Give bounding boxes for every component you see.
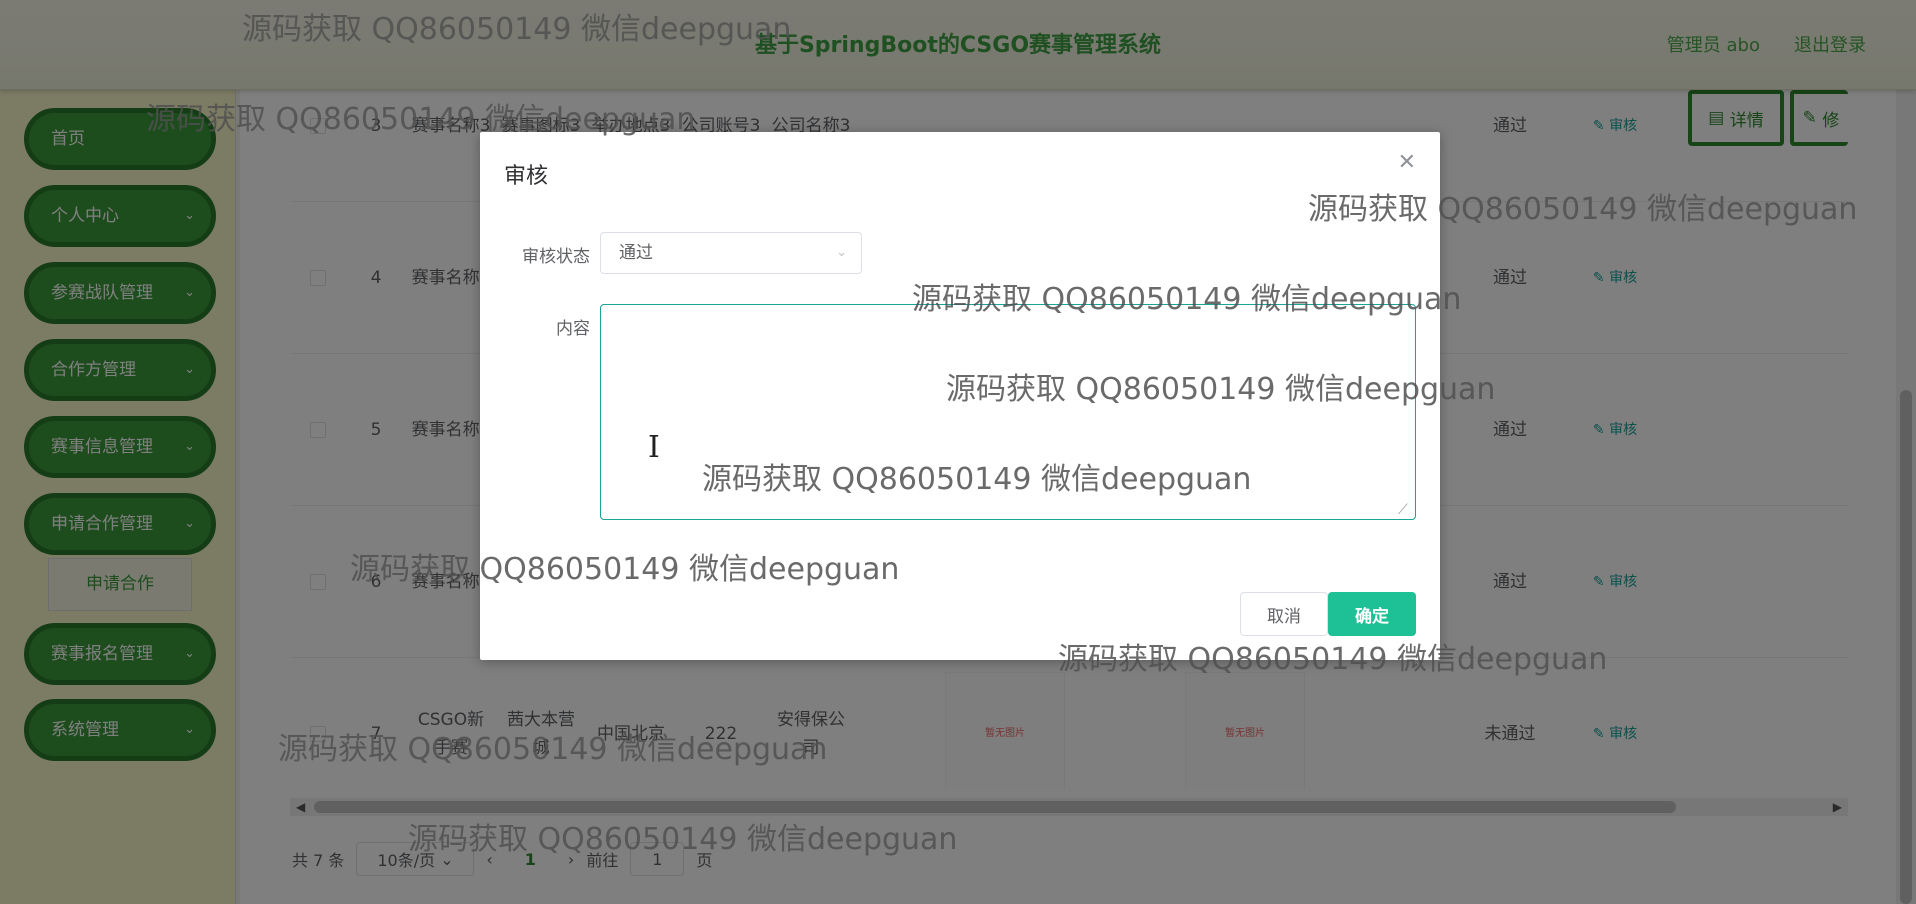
dialog-title: 审核	[504, 164, 549, 189]
close-icon[interactable]: ✕	[1398, 150, 1416, 175]
audit-dialog: 审核 ✕ 审核状态 通过 ⌄ 内容 ⟋ I 取消 确定	[480, 132, 1440, 660]
resize-handle-icon[interactable]: ⟋	[1398, 502, 1408, 518]
status-label: 审核状态	[522, 247, 590, 267]
chevron-down-icon: ⌄	[836, 245, 847, 260]
audit-status-select[interactable]: 通过 ⌄	[600, 232, 862, 274]
content-textarea[interactable]	[600, 304, 1416, 520]
cancel-button[interactable]: 取消	[1240, 592, 1328, 636]
content-label: 内容	[556, 319, 590, 339]
confirm-button[interactable]: 确定	[1328, 592, 1416, 636]
text-cursor-icon: I	[648, 430, 660, 465]
